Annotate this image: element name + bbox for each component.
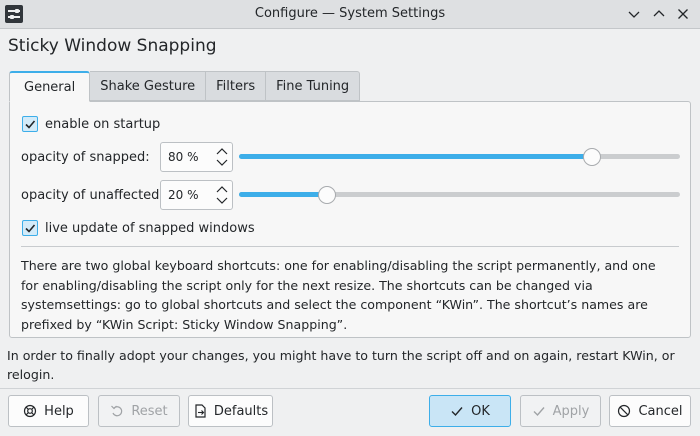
enable-on-startup-label: enable on startup xyxy=(45,116,161,132)
opacity-snapped-increment-button[interactable] xyxy=(214,145,230,157)
opacity-snapped-slider-handle[interactable] xyxy=(583,148,601,166)
checkmark-icon xyxy=(451,407,463,417)
spin-down-icon xyxy=(216,197,228,204)
minimize-button[interactable] xyxy=(624,4,644,24)
spin-down-icon xyxy=(216,159,228,166)
opacity-unaffected-slider-fill xyxy=(239,192,327,197)
chevron-up-icon xyxy=(653,10,665,17)
live-update-checkbox[interactable] xyxy=(22,220,38,236)
enable-on-startup-checkbox[interactable] xyxy=(22,116,38,132)
spin-up-icon xyxy=(216,148,228,155)
separator xyxy=(21,246,679,247)
cancel-icon xyxy=(618,404,631,418)
chevron-down-icon xyxy=(628,11,640,18)
tab-shake-gesture[interactable]: Shake Gesture xyxy=(90,71,207,101)
footer-separator xyxy=(0,388,700,389)
help-button-label: Help xyxy=(44,403,74,419)
close-icon xyxy=(678,9,688,19)
window-title: Configure — System Settings xyxy=(254,6,446,21)
checkmark-icon xyxy=(25,224,36,233)
opacity-snapped-value: 80 % xyxy=(168,150,199,164)
opacity-unaffected-decrement-button[interactable] xyxy=(214,195,230,207)
help-button[interactable]: Help xyxy=(8,395,89,427)
opacity-unaffected-label: opacity of unaffected: xyxy=(21,188,164,203)
opacity-snapped-slider[interactable] xyxy=(239,147,680,167)
checkmark-icon xyxy=(533,407,545,417)
apply-button[interactable]: Apply xyxy=(520,395,601,427)
opacity-unaffected-spinbox[interactable]: 20 % xyxy=(160,180,233,210)
shortcuts-description: There are two global keyboard shortcuts:… xyxy=(21,258,656,332)
close-window-button[interactable] xyxy=(673,4,693,24)
tab-filters[interactable]: Filters xyxy=(206,71,267,101)
general-tab-panel: enable on startup opacity of snapped: 80… xyxy=(9,101,691,338)
ok-button-label: OK xyxy=(471,403,490,419)
checkmark-icon xyxy=(25,120,36,129)
spin-up-icon xyxy=(216,186,228,193)
page-title: Sticky Window Snapping xyxy=(8,36,217,56)
reset-button[interactable]: Reset xyxy=(98,395,180,427)
reset-undo-icon xyxy=(111,405,123,417)
tab-general[interactable]: General xyxy=(9,71,91,102)
opacity-snapped-decrement-button[interactable] xyxy=(214,157,230,169)
opacity-unaffected-increment-button[interactable] xyxy=(214,183,230,195)
cancel-button[interactable]: Cancel xyxy=(609,395,691,427)
defaults-button[interactable]: Defaults xyxy=(188,395,273,427)
window-titlebar[interactable]: Configure — System Settings xyxy=(0,0,700,29)
help-lifebuoy-icon xyxy=(24,404,37,418)
opacity-unaffected-slider[interactable] xyxy=(239,185,680,205)
live-update-row[interactable]: live update of snapped windows xyxy=(22,220,255,236)
live-update-label: live update of snapped windows xyxy=(45,220,255,236)
document-defaults-icon xyxy=(195,404,206,418)
opacity-snapped-slider-fill xyxy=(239,154,592,159)
opacity-unaffected-slider-handle[interactable] xyxy=(318,186,336,204)
tab-bar: General Shake Gesture Filters Fine Tunin… xyxy=(9,71,361,102)
cancel-button-label: Cancel xyxy=(638,403,683,419)
opacity-unaffected-value: 20 % xyxy=(168,188,199,202)
opacity-snapped-label: opacity of snapped: xyxy=(21,150,150,165)
defaults-button-label: Defaults xyxy=(213,403,269,419)
tab-fine-tuning[interactable]: Fine Tuning xyxy=(266,71,361,101)
restart-note: In order to finally adopt your changes, … xyxy=(7,348,675,382)
apply-button-label: Apply xyxy=(552,403,590,419)
opacity-snapped-spinbox[interactable]: 80 % xyxy=(160,142,233,172)
reset-button-label: Reset xyxy=(131,403,168,419)
ok-button[interactable]: OK xyxy=(429,395,511,427)
maximize-button[interactable] xyxy=(649,4,669,24)
enable-on-startup-row[interactable]: enable on startup xyxy=(22,116,160,132)
